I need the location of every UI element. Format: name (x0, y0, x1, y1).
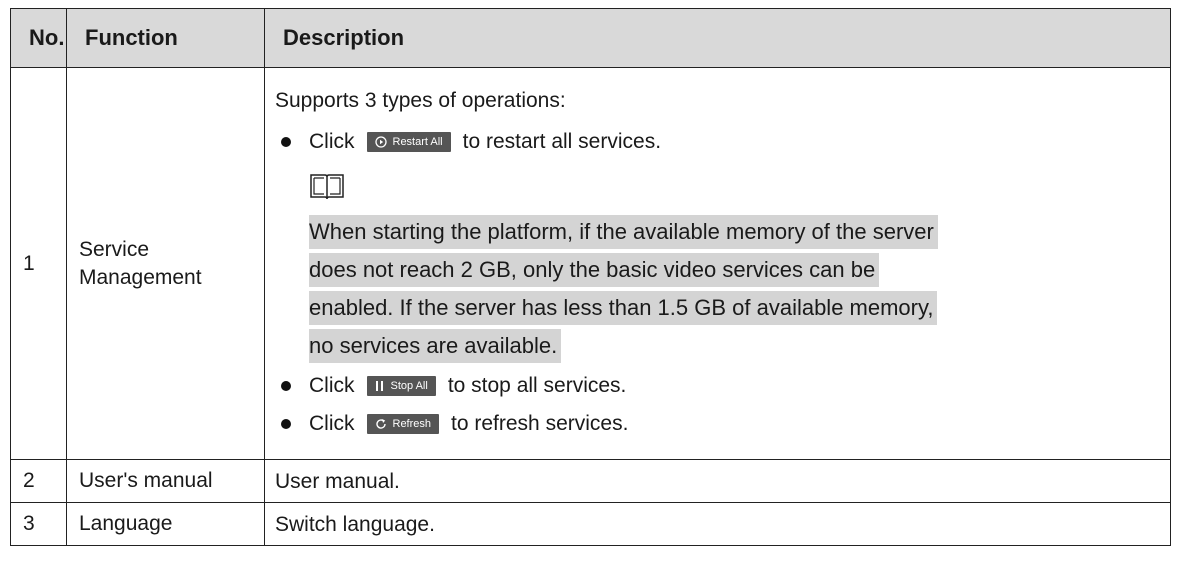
row-description: User manual. (264, 459, 1171, 503)
row-description: Switch language. (264, 502, 1171, 546)
restart-description: to restart all services. (462, 129, 662, 153)
refresh-button[interactable]: Refresh (366, 413, 440, 434)
bullet-icon (281, 136, 291, 147)
operations-list: Click Stop All to stop all services. Cli… (275, 367, 1158, 443)
row-number: 1 (10, 67, 67, 460)
restart-all-button[interactable]: Restart All (366, 131, 451, 152)
click-text: Click (309, 411, 355, 435)
stop-description: to stop all services. (447, 373, 627, 397)
play-circle-icon (374, 135, 387, 148)
row-description: Supports 3 types of operations: Click Re… (264, 67, 1171, 460)
note-block (309, 171, 1158, 205)
list-item: Click Refresh to refresh services. (275, 405, 1158, 443)
pause-icon (375, 380, 383, 391)
refresh-label: Refresh (392, 417, 432, 430)
note-line: When starting the platform, if the avail… (309, 214, 938, 249)
row-number: 2 (10, 459, 67, 503)
row-number: 3 (10, 502, 67, 546)
open-book-icon (310, 173, 344, 199)
note-line: does not reach 2 GB, only the basic vide… (309, 252, 880, 287)
refresh-icon (375, 418, 386, 429)
bullet-icon (281, 380, 291, 391)
header-description: Description (264, 8, 1171, 68)
stop-all-label: Stop All (390, 379, 428, 392)
note-line: enabled. If the server has less than 1.5… (309, 290, 938, 325)
click-text: Click (309, 129, 355, 153)
table-row: 2 User's manual User manual. (10, 459, 1171, 503)
bullet-icon (281, 418, 291, 429)
table-header-row: No. Function Description (10, 8, 1171, 68)
note-line: no services are available. (309, 328, 562, 363)
row-function: Language (66, 502, 265, 546)
row-function: Service Management (66, 67, 265, 460)
stop-all-button[interactable]: Stop All (366, 375, 436, 396)
click-text: Click (309, 373, 355, 397)
table-row: 1 Service Management Supports 3 types of… (10, 67, 1171, 460)
note-text: When starting the platform, if the avail… (309, 214, 1158, 367)
table-row: 3 Language Switch language. (10, 502, 1171, 546)
list-item: Click Restart All to restart all service… (275, 123, 1158, 161)
restart-all-label: Restart All (392, 135, 443, 148)
header-function: Function (66, 8, 265, 68)
description-intro: Supports 3 types of operations: (275, 88, 566, 112)
header-no: No. (10, 8, 67, 68)
operations-list: Click Restart All to restart all service… (275, 123, 1158, 161)
refresh-description: to refresh services. (451, 411, 629, 435)
row-function: User's manual (66, 459, 265, 503)
function-table: No. Function Description 1 Service Manag… (10, 8, 1171, 546)
list-item: Click Stop All to stop all services. (275, 367, 1158, 405)
